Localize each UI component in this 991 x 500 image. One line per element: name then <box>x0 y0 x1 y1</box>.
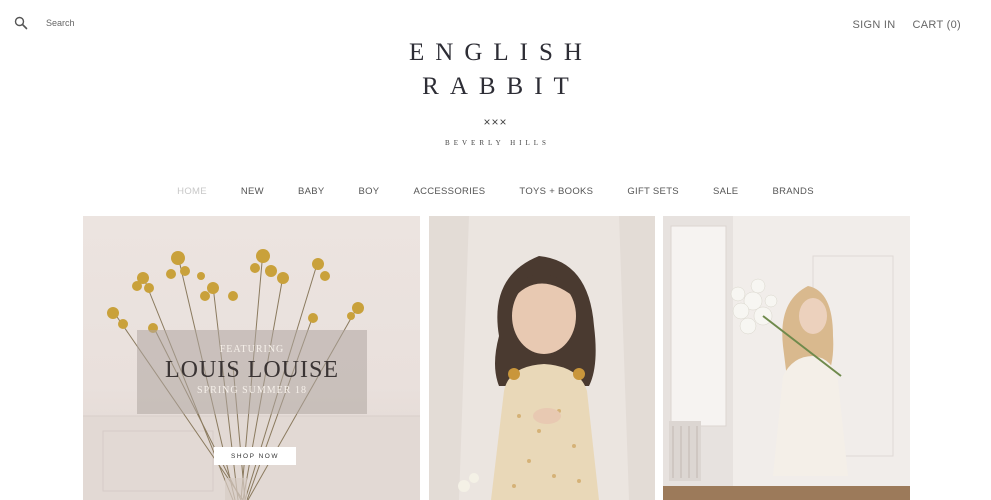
logo-crosses: ××× <box>483 115 508 129</box>
logo-location: BEVERLY HILLS <box>445 139 550 147</box>
logo-line-2: RABBIT <box>422 73 580 100</box>
nav-item-boy[interactable]: BOY <box>358 186 379 197</box>
search-input[interactable] <box>46 18 166 28</box>
hero-banner-panel[interactable]: FEATURING LOUIS LOUISE SPRING SUMMER 18 … <box>83 216 420 500</box>
search-icon[interactable] <box>14 16 28 30</box>
girl-dress-photo <box>429 216 655 500</box>
shop-now-button[interactable]: SHOP NOW <box>214 447 296 465</box>
product-image-girl-flowers[interactable] <box>663 216 910 500</box>
promo-featuring: FEATURING <box>219 344 285 355</box>
cart-link[interactable]: CART (0) <box>913 19 961 31</box>
nav-item-accessories[interactable]: ACCESSORIES <box>413 186 485 197</box>
promo-brand-title: LOUIS LOUISE <box>165 357 339 383</box>
promo-overlay: FEATURING LOUIS LOUISE SPRING SUMMER 18 <box>137 330 367 414</box>
nav-item-brands[interactable]: BRANDS <box>772 186 813 197</box>
nav-item-gift-sets[interactable]: GIFT SETS <box>627 186 679 197</box>
logo-line-1: ENGLISH <box>409 39 593 66</box>
nav-item-toys-books[interactable]: TOYS + BOOKS <box>519 186 593 197</box>
nav-item-sale[interactable]: SALE <box>713 186 739 197</box>
main-nav: HOME NEW BABY BOY ACCESSORIES TOYS + BOO… <box>0 186 991 197</box>
sign-in-link[interactable]: SIGN IN <box>852 19 895 31</box>
product-image-girl-dress[interactable] <box>429 216 655 500</box>
site-logo[interactable]: ENGLISH RABBIT ××× BEVERLY HILLS <box>0 36 991 147</box>
promo-season: SPRING SUMMER 18 <box>197 385 307 396</box>
girl-flowers-photo <box>663 216 910 500</box>
nav-item-home[interactable]: HOME <box>177 186 207 197</box>
search-bar[interactable] <box>14 16 166 30</box>
nav-item-baby[interactable]: BABY <box>298 186 325 197</box>
nav-item-new[interactable]: NEW <box>241 186 264 197</box>
account-links: SIGN IN CART (0) <box>852 19 961 31</box>
